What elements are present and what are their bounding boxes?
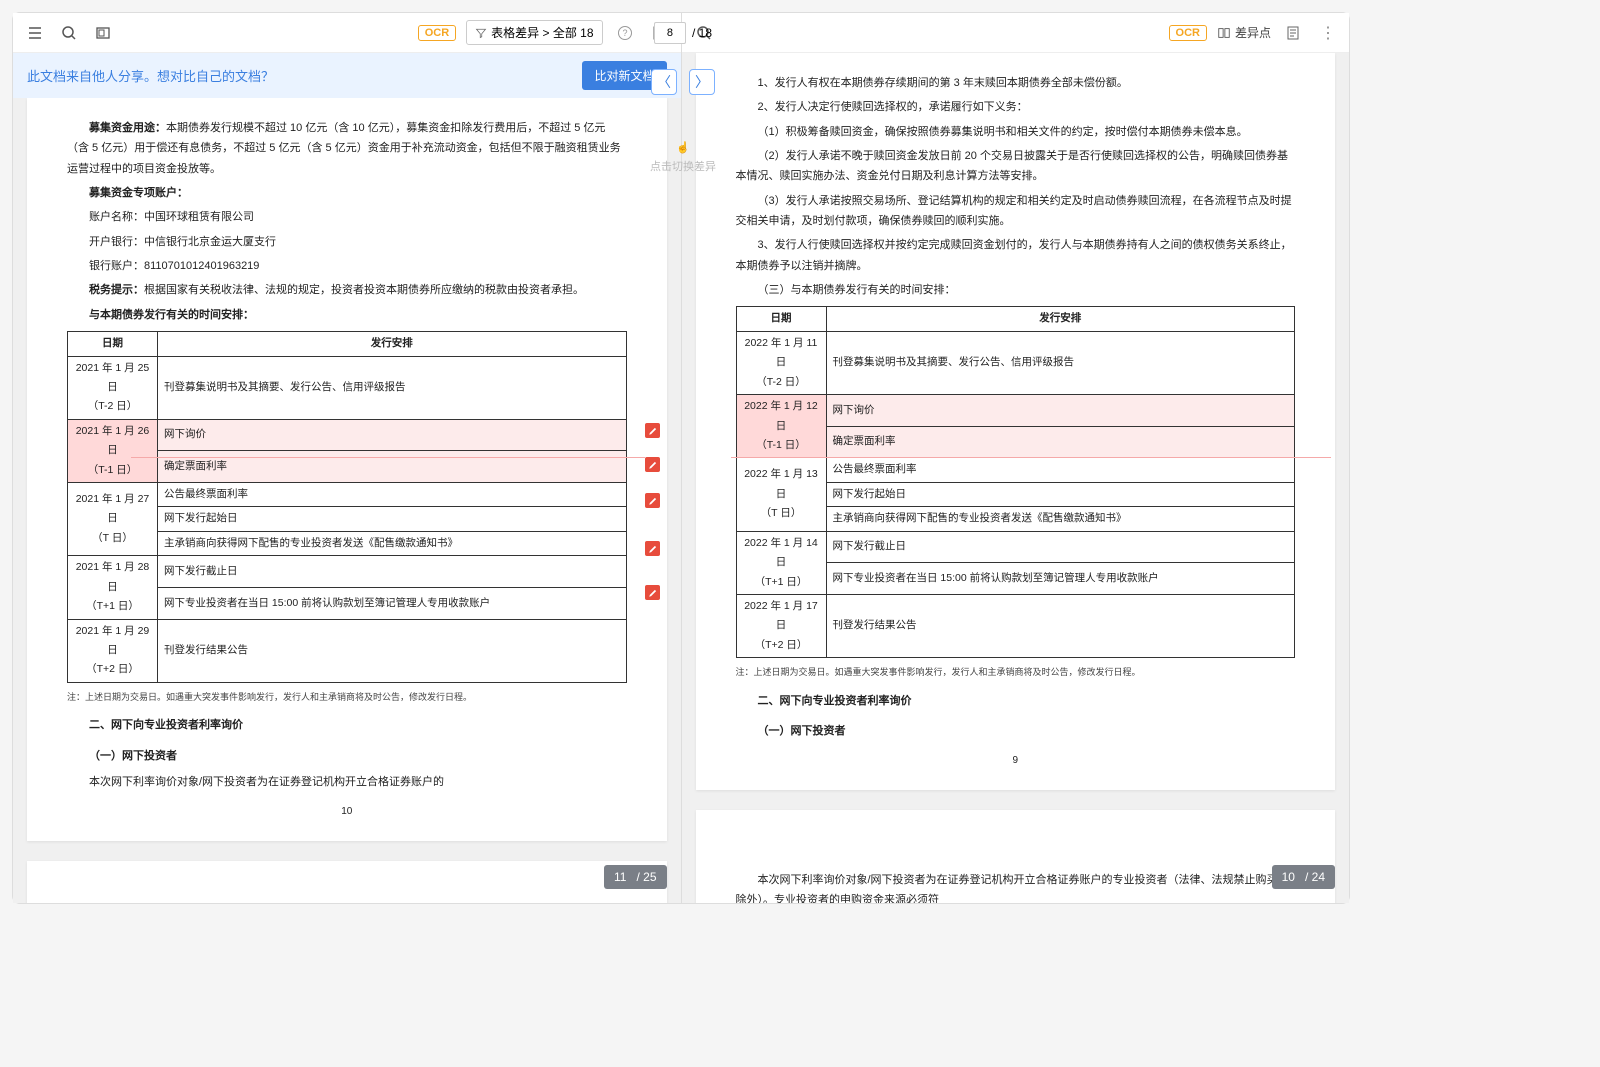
share-banner: 此文档来自他人分享。想对比自己的文档？ 比对新文档	[13, 53, 681, 98]
table-row: 2022 年 1 月 17 日（T+2 日）刊登发行结果公告	[736, 594, 1295, 657]
table-row: 2022 年 1 月 11 日（T-2 日）刊登募集说明书及其摘要、发行公告、信…	[736, 331, 1295, 394]
filter-button[interactable]: 表格差异 > 全部 18	[466, 20, 602, 45]
left-schedule-table: 日期发行安排 2021 年 1 月 25 日（T-2 日）刊登募集说明书及其摘要…	[67, 331, 627, 683]
right-page-2: 本次网下利率询价对象/网下投资者为在证券登记机构开立合格证券账户的专业投资者（法…	[696, 810, 1336, 903]
more-icon[interactable]: ⋮	[1315, 21, 1339, 45]
prev-diff-button[interactable]: 〈	[651, 69, 677, 95]
left-page-2: 专业投资者（法律、法规禁止购买者除外）。专业投资者的申购资金来源必须符	[27, 861, 667, 903]
ocr-badge[interactable]: OCR	[418, 25, 456, 41]
next-diff-button[interactable]: 〉	[689, 69, 715, 95]
filter-label: 表格差异 > 全部 18	[491, 24, 593, 41]
switch-hint: ☝ 点击切换差异	[650, 141, 716, 174]
table-row: 2021 年 1 月 27 日（T 日）公告最终票面利率	[68, 483, 627, 507]
menu-icon[interactable]	[23, 21, 47, 45]
right-page-1: 1、发行人有权在本期债券存续期间的第 3 年末赎回本期债券全部未偿份额。 2、发…	[696, 53, 1336, 790]
table-row: 2022 年 1 月 13 日（T 日）公告最终票面利率	[736, 458, 1295, 482]
left-doc-area[interactable]: 募集资金用途：本期债券发行规模不超过 10 亿元（含 10 亿元），募集资金扣除…	[13, 98, 681, 903]
search-icon[interactable]	[57, 21, 81, 45]
diff-tab[interactable]: 差异点	[1217, 24, 1271, 41]
right-toolbar: OCR 差异点 ⋮	[682, 13, 1350, 53]
right-pane: OCR 差异点 ⋮ 1、发行人有权在本期债券存续期间的第 3 年末赎回本期债券全…	[682, 13, 1350, 903]
svg-text:?: ?	[622, 28, 627, 38]
right-page-indicator: 10 / 24	[1272, 865, 1335, 889]
table-row: 2021 年 1 月 29 日（T+2 日）刊登发行结果公告	[68, 619, 627, 682]
ocr-badge[interactable]: OCR	[1169, 25, 1207, 41]
diff-page-nav: / 18	[654, 13, 712, 53]
table-row: 2022 年 1 月 12 日（T-1 日）网下询价	[736, 395, 1295, 427]
pointer-icon: ☝	[650, 141, 716, 154]
right-schedule-table: 日期发行安排 2022 年 1 月 11 日（T-2 日）刊登募集说明书及其摘要…	[736, 306, 1296, 658]
filter-icon	[475, 27, 487, 39]
table-row: 2021 年 1 月 25 日（T-2 日）刊登募集说明书及其摘要、发行公告、信…	[68, 356, 627, 419]
right-doc-area[interactable]: 1、发行人有权在本期债券存续期间的第 3 年末赎回本期债券全部未偿份额。 2、发…	[682, 53, 1350, 903]
banner-text: 此文档来自他人分享。想对比自己的文档？	[27, 66, 274, 85]
diff-page-input[interactable]	[654, 22, 686, 44]
center-column: / 18 〈 〉 ☝ 点击切换差异	[638, 13, 728, 903]
help-icon[interactable]: ?	[613, 21, 637, 45]
compare-icon	[1217, 26, 1231, 40]
left-page-1: 募集资金用途：本期债券发行规模不超过 10 亿元（含 10 亿元），募集资金扣除…	[27, 98, 667, 841]
layout-icon[interactable]	[91, 21, 115, 45]
table-row: 2022 年 1 月 14 日（T+1 日）网下发行截止日	[736, 531, 1295, 563]
left-toolbar: OCR 表格差异 > 全部 18 ?	[13, 13, 681, 53]
table-row: 2021 年 1 月 28 日（T+1 日）网下发行截止日	[68, 556, 627, 588]
left-pane: OCR 表格差异 > 全部 18 ? 此文档来自他人分享。想对比自己的文档？ 比…	[13, 13, 682, 903]
doc-icon[interactable]	[1281, 21, 1305, 45]
table-row: 2021 年 1 月 26 日（T-1 日）网下询价	[68, 419, 627, 451]
